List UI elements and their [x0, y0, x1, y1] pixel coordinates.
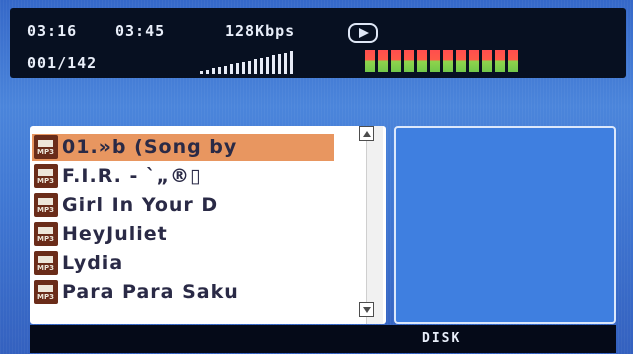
volume-bar	[248, 61, 251, 74]
volume-bar	[200, 71, 203, 74]
player-screen: 03:16 03:45 128Kbps 001/142 01.»b (Song …	[0, 0, 633, 354]
volume-bar	[206, 70, 209, 74]
list-item-1[interactable]: F.I.R. - `„®▯	[32, 163, 334, 190]
volume-bar	[260, 58, 263, 74]
list-item-0[interactable]: 01.»b (Song by	[32, 134, 334, 161]
eq-bar	[443, 50, 453, 72]
mp3-file-icon	[34, 222, 58, 246]
volume-meter	[200, 49, 350, 74]
list-item-3[interactable]: HeyJuliet	[32, 221, 334, 248]
bottom-bar: DISK	[30, 325, 616, 353]
volume-bar	[290, 51, 293, 74]
volume-bar	[236, 63, 239, 74]
list-item-2[interactable]: Girl In Your D	[32, 192, 334, 219]
track-title: 01.»b (Song by	[62, 136, 238, 158]
total-time: 03:45	[115, 22, 166, 40]
volume-bar	[242, 62, 245, 74]
volume-bar	[266, 57, 269, 74]
volume-bar	[278, 54, 281, 74]
eq-bar	[469, 50, 479, 72]
equalizer	[365, 50, 518, 72]
bitrate: 128Kbps	[225, 22, 296, 40]
eq-bar	[495, 50, 505, 72]
track-title: F.I.R. - `„®▯	[62, 165, 202, 187]
eq-bar	[378, 50, 388, 72]
eq-bar	[365, 50, 375, 72]
volume-bar	[230, 64, 233, 74]
eq-bar	[417, 50, 427, 72]
track-title: Lydia	[62, 252, 124, 274]
track-title: Para Para Saku	[62, 281, 239, 303]
eq-bar	[508, 50, 518, 72]
status-bar: 03:16 03:45 128Kbps 001/142	[10, 8, 626, 78]
eq-bar	[391, 50, 401, 72]
play-icon	[348, 23, 378, 43]
list-item-5[interactable]: Para Para Saku	[32, 279, 334, 306]
volume-bar	[218, 67, 221, 74]
eq-bar	[482, 50, 492, 72]
track-title: Girl In Your D	[62, 194, 219, 216]
mp3-file-icon	[34, 280, 58, 304]
volume-bar	[212, 68, 215, 74]
list-item-4[interactable]: Lydia	[32, 250, 334, 277]
mp3-file-icon	[34, 193, 58, 217]
eq-bar	[404, 50, 414, 72]
mp3-file-icon	[34, 135, 58, 159]
source-label: DISK	[422, 331, 462, 346]
mp3-file-icon	[34, 251, 58, 275]
track-title: HeyJuliet	[62, 223, 168, 245]
volume-bar	[284, 53, 287, 74]
volume-bar	[224, 66, 227, 74]
elapsed-time: 03:16	[27, 22, 78, 40]
eq-bar	[430, 50, 440, 72]
volume-bar	[272, 55, 275, 74]
track-counter: 001/142	[27, 54, 98, 72]
scroll-down-icon[interactable]	[359, 302, 374, 317]
scroll-up-icon[interactable]	[359, 126, 374, 141]
scrollbar[interactable]	[366, 126, 383, 324]
preview-panel	[394, 126, 616, 324]
volume-bar	[254, 59, 257, 74]
mp3-file-icon	[34, 164, 58, 188]
eq-bar	[456, 50, 466, 72]
playlist: 01.»b (Song by F.I.R. - `„®▯ Girl In You…	[30, 126, 386, 324]
